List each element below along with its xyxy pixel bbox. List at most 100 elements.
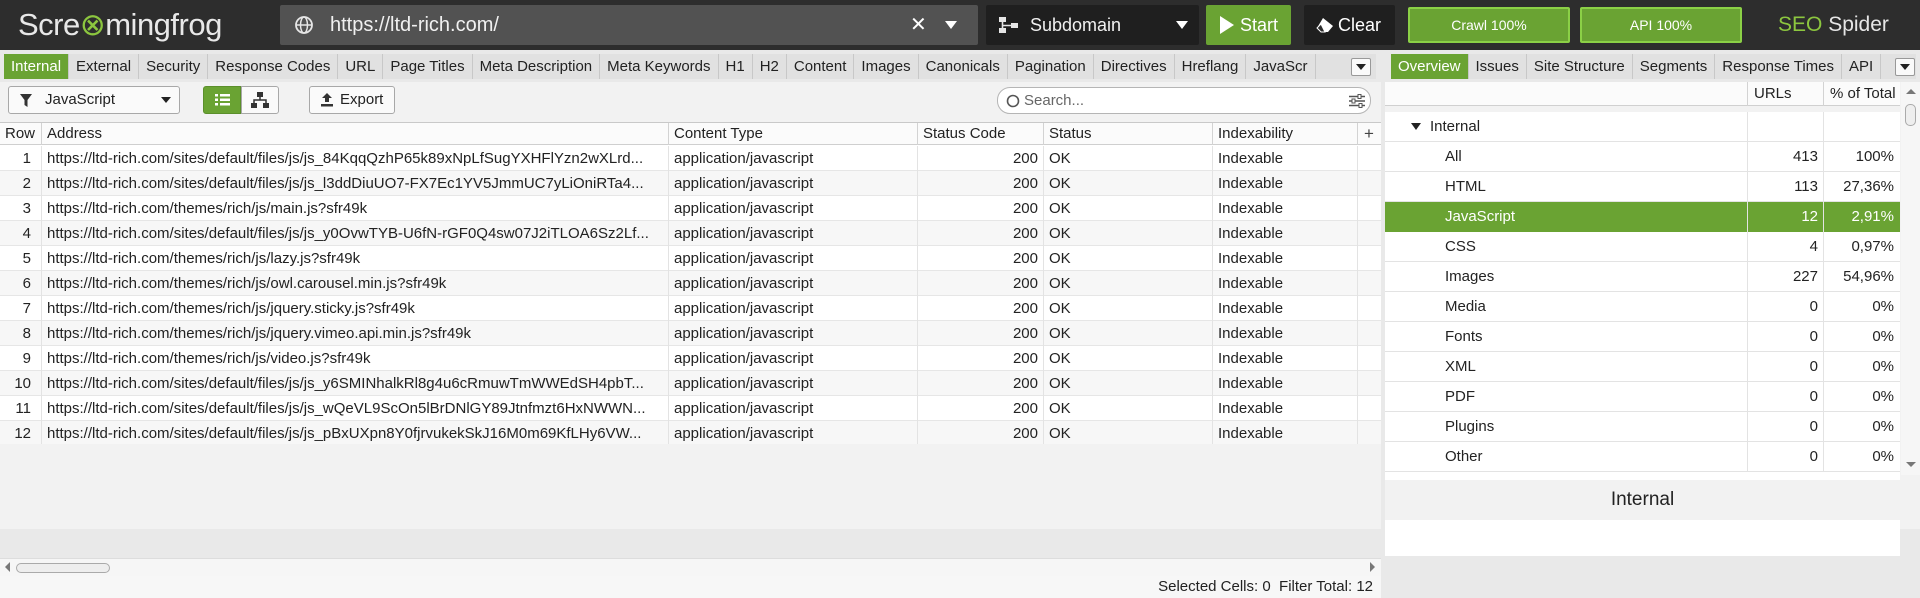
clear-button[interactable]: Clear	[1304, 5, 1395, 45]
column-header-row[interactable]: Row	[0, 123, 42, 145]
status-cell[interactable]: OK	[1044, 346, 1213, 371]
sliders-icon[interactable]	[1349, 94, 1365, 108]
status-code-cell[interactable]: 200	[918, 421, 1044, 444]
table-row[interactable]: 11 https://ltd-rich.com/sites/default/fil…	[0, 396, 1381, 421]
tab-response-codes[interactable]: Response Codes	[208, 54, 339, 79]
tab-h2[interactable]: H2	[752, 54, 787, 79]
tab-h1[interactable]: H1	[718, 54, 753, 79]
status-cell[interactable]: OK	[1044, 296, 1213, 321]
indexability-cell[interactable]: Indexable	[1213, 321, 1358, 346]
table-row[interactable]: 8 https://ltd-rich.com/themes/rich/js/jqu…	[0, 321, 1381, 346]
status-cell[interactable]: OK	[1044, 421, 1213, 444]
status-cell[interactable]: OK	[1044, 246, 1213, 271]
indexability-cell[interactable]: Indexable	[1213, 296, 1358, 321]
scroll-right-icon[interactable]	[1370, 562, 1375, 572]
overview-item-javascript[interactable]: JavaScript 12 2,91%	[1385, 202, 1900, 232]
overview-item-plugins[interactable]: Plugins 0 0%	[1385, 412, 1900, 442]
status-cell[interactable]: OK	[1044, 196, 1213, 221]
export-button[interactable]: Export	[309, 86, 395, 114]
address-cell[interactable]: https://ltd-rich.com/sites/default/files…	[42, 396, 669, 421]
tab-security[interactable]: Security	[139, 54, 209, 79]
url-input[interactable]: https://ltd-rich.com/	[330, 5, 499, 45]
table-row[interactable]: 10 https://ltd-rich.com/sites/default/fil…	[0, 371, 1381, 396]
content-type-cell[interactable]: application/javascript	[669, 321, 918, 346]
row-number[interactable]: 10	[0, 371, 42, 396]
status-code-cell[interactable]: 200	[918, 196, 1044, 221]
status-cell[interactable]: OK	[1044, 271, 1213, 296]
table-row[interactable]: 6 https://ltd-rich.com/themes/rich/js/owl…	[0, 271, 1381, 296]
list-view-button[interactable]	[203, 86, 241, 114]
left-tabs-overflow-button[interactable]	[1351, 58, 1371, 76]
table-row[interactable]: 12 https://ltd-rich.com/sites/default/fil…	[0, 421, 1381, 444]
row-number[interactable]: 11	[0, 396, 42, 421]
tab-internal[interactable]: Internal	[4, 54, 70, 79]
crawl-mode-select[interactable]: Subdomain	[986, 5, 1199, 45]
status-cell[interactable]: OK	[1044, 396, 1213, 421]
row-number[interactable]: 2	[0, 171, 42, 196]
overview-item-all[interactable]: All 413 100%	[1385, 142, 1900, 172]
tab-pagination[interactable]: Pagination	[1007, 54, 1094, 79]
tab-segments[interactable]: Segments	[1632, 54, 1716, 79]
overview-item-pdf[interactable]: PDF 0 0%	[1385, 382, 1900, 412]
status-code-cell[interactable]: 200	[918, 396, 1044, 421]
row-number[interactable]: 3	[0, 196, 42, 221]
right-tabs-overflow-button[interactable]	[1895, 58, 1915, 76]
status-code-cell[interactable]: 200	[918, 171, 1044, 196]
table-row[interactable]: 4 https://ltd-rich.com/sites/default/file…	[0, 221, 1381, 246]
address-cell[interactable]: https://ltd-rich.com/sites/default/files…	[42, 221, 669, 246]
tab-content[interactable]: Content	[786, 54, 855, 79]
address-cell[interactable]: https://ltd-rich.com/sites/default/files…	[42, 371, 669, 396]
indexability-cell[interactable]: Indexable	[1213, 371, 1358, 396]
table-row[interactable]: 2 https://ltd-rich.com/sites/default/file…	[0, 171, 1381, 196]
tab-javascr[interactable]: JavaScr	[1246, 54, 1316, 79]
indexability-cell[interactable]: Indexable	[1213, 171, 1358, 196]
indexability-cell[interactable]: Indexable	[1213, 221, 1358, 246]
table-row[interactable]: 3 https://ltd-rich.com/themes/rich/js/mai…	[0, 196, 1381, 221]
content-type-cell[interactable]: application/javascript	[669, 396, 918, 421]
status-code-cell[interactable]: 200	[918, 221, 1044, 246]
status-cell[interactable]: OK	[1044, 371, 1213, 396]
column-header-address[interactable]: Address	[42, 123, 669, 145]
overview-item-xml[interactable]: XML 0 0%	[1385, 352, 1900, 382]
overview-item-css[interactable]: CSS 4 0,97%	[1385, 232, 1900, 262]
status-code-cell[interactable]: 200	[918, 146, 1044, 171]
status-code-cell[interactable]: 200	[918, 246, 1044, 271]
content-type-cell[interactable]: application/javascript	[669, 221, 918, 246]
table-row[interactable]: 1 https://ltd-rich.com/sites/default/file…	[0, 146, 1381, 171]
search-input[interactable]	[1024, 90, 1324, 111]
search-box[interactable]	[997, 87, 1371, 114]
indexability-cell[interactable]: Indexable	[1213, 246, 1358, 271]
tab-site-structure[interactable]: Site Structure	[1526, 54, 1633, 79]
tab-overview[interactable]: Overview	[1391, 54, 1469, 79]
expand-triangle-icon[interactable]	[1411, 123, 1421, 130]
tab-meta-description[interactable]: Meta Description	[472, 54, 601, 79]
tab-external[interactable]: External	[69, 54, 140, 79]
content-type-cell[interactable]: application/javascript	[669, 196, 918, 221]
content-type-cell[interactable]: application/javascript	[669, 171, 918, 196]
table-row[interactable]: 7 https://ltd-rich.com/themes/rich/js/jqu…	[0, 296, 1381, 321]
table-row[interactable]: 5 https://ltd-rich.com/themes/rich/js/laz…	[0, 246, 1381, 271]
overview-col-percent[interactable]: % of Total	[1823, 82, 1900, 106]
status-code-cell[interactable]: 200	[918, 346, 1044, 371]
scrollbar-thumb[interactable]	[16, 563, 110, 573]
status-code-cell[interactable]: 200	[918, 296, 1044, 321]
table-row[interactable]: 9 https://ltd-rich.com/themes/rich/js/vid…	[0, 346, 1381, 371]
tab-page-titles[interactable]: Page Titles	[383, 54, 473, 79]
tree-view-button[interactable]	[241, 86, 279, 114]
tab-url[interactable]: URL	[338, 54, 384, 79]
column-header-content-type[interactable]: Content Type	[669, 123, 918, 145]
overview-col-urls[interactable]: URLs	[1747, 82, 1823, 106]
column-header-status[interactable]: Status	[1044, 123, 1213, 145]
tab-hreflang[interactable]: Hreflang	[1174, 54, 1247, 79]
indexability-cell[interactable]: Indexable	[1213, 196, 1358, 221]
indexability-cell[interactable]: Indexable	[1213, 421, 1358, 444]
content-type-cell[interactable]: application/javascript	[669, 271, 918, 296]
address-cell[interactable]: https://ltd-rich.com/themes/rich/js/lazy…	[42, 246, 669, 271]
row-number[interactable]: 5	[0, 246, 42, 271]
overview-item-images[interactable]: Images 227 54,96%	[1385, 262, 1900, 292]
status-cell[interactable]: OK	[1044, 321, 1213, 346]
row-number[interactable]: 6	[0, 271, 42, 296]
status-code-cell[interactable]: 200	[918, 321, 1044, 346]
overview-item-html[interactable]: HTML 113 27,36%	[1385, 172, 1900, 202]
indexability-cell[interactable]: Indexable	[1213, 396, 1358, 421]
